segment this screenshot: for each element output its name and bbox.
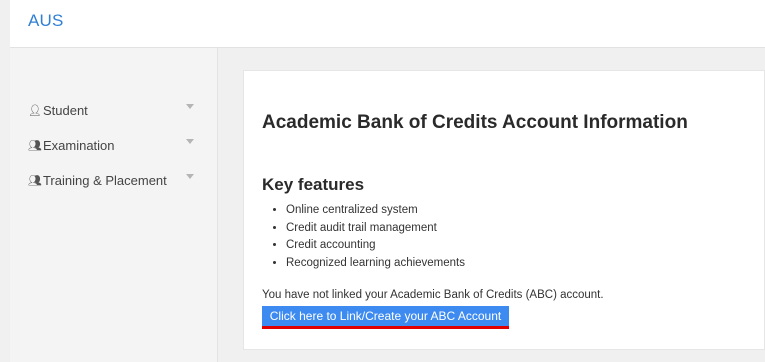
list-item: Credit audit trail management: [286, 220, 465, 238]
features-list: Online centralized system Credit audit t…: [286, 202, 465, 272]
sidebar-item-student[interactable]: 👤︎ Student: [28, 100, 208, 120]
chevron-down-icon: [186, 104, 194, 109]
sidebar: 👤︎ Student 👥︎ Examination 👥︎ Training & …: [10, 48, 218, 362]
users-icon: 👥︎: [28, 174, 42, 187]
chevron-down-icon: [186, 139, 194, 144]
abc-info-card: Academic Bank of Credits Account Informa…: [243, 70, 765, 350]
chevron-down-icon: [186, 174, 194, 179]
sidebar-item-label: Examination: [42, 137, 115, 153]
link-abc-account-button[interactable]: Click here to Link/Create your ABC Accou…: [262, 306, 509, 329]
sidebar-item-examination[interactable]: 👥︎ Examination: [28, 135, 208, 155]
user-icon: 👤︎: [28, 104, 42, 117]
brand-logo-text[interactable]: AUS: [28, 11, 64, 31]
list-item: Online centralized system: [286, 202, 465, 220]
sidebar-item-label: Student: [42, 102, 88, 118]
users-icon: 👥︎: [28, 139, 42, 152]
features-heading: Key features: [262, 175, 365, 194]
page-title: Academic Bank of Credits Account Informa…: [262, 112, 688, 133]
list-item: Recognized learning achievements: [286, 255, 465, 273]
sidebar-item-training-placement[interactable]: 👥︎ Training & Placement: [28, 170, 208, 190]
list-item: Credit accounting: [286, 237, 465, 255]
sidebar-item-label: Training & Placement: [42, 172, 167, 188]
link-status-notice: You have not linked your Academic Bank o…: [262, 289, 604, 301]
top-bar: AUS: [10, 0, 765, 48]
